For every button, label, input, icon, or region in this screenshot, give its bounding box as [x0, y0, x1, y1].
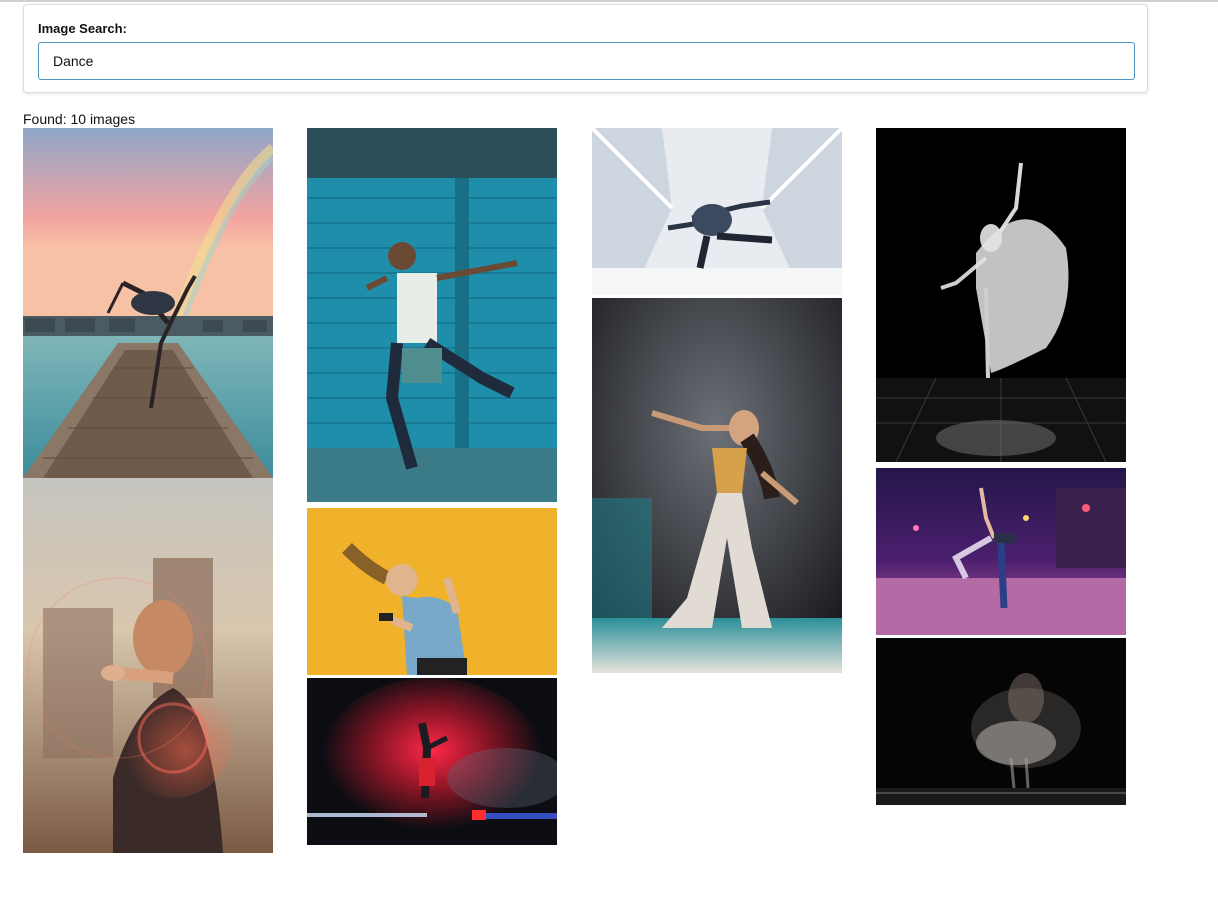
search-panel: Image Search:: [23, 4, 1148, 93]
result-image-9[interactable]: [876, 468, 1126, 635]
result-image-4[interactable]: [307, 508, 557, 675]
result-image-7[interactable]: [592, 298, 842, 673]
result-image-1[interactable]: [23, 128, 273, 478]
search-input[interactable]: [38, 42, 1135, 80]
result-image-6[interactable]: [592, 128, 842, 295]
search-label: Image Search:: [38, 21, 127, 36]
top-border: [0, 0, 1218, 2]
result-image-3[interactable]: [307, 128, 557, 502]
result-image-10[interactable]: [876, 638, 1126, 805]
result-image-8[interactable]: [876, 128, 1126, 462]
results-count: Found: 10 images: [23, 111, 136, 127]
result-image-2[interactable]: [23, 478, 273, 853]
result-image-5[interactable]: [307, 678, 557, 845]
